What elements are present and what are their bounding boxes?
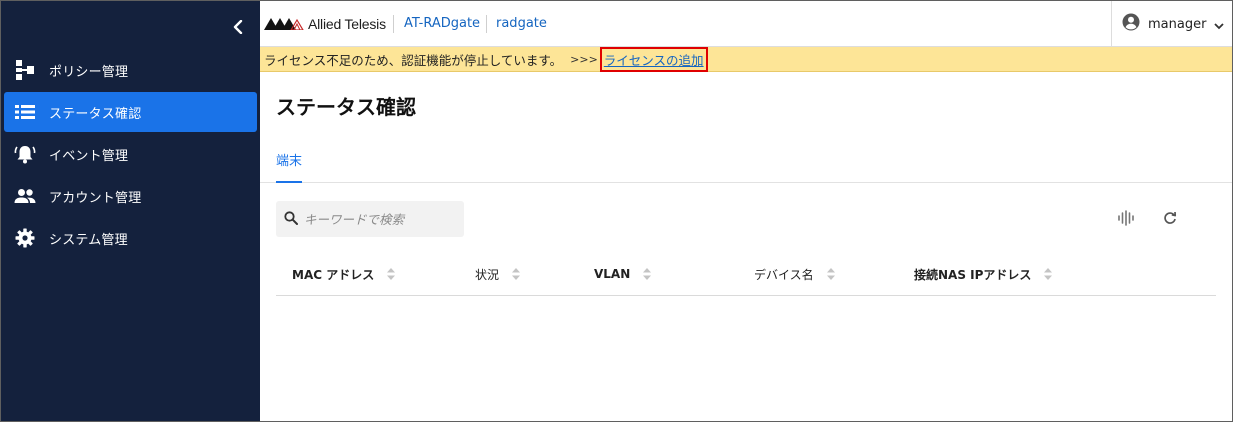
sidebar-item-label: イベント管理 bbox=[49, 148, 129, 164]
banner-message: ライセンス不足のため、認証機能が停止しています。 bbox=[264, 52, 563, 68]
add-license-link[interactable]: ライセンスの追加 bbox=[599, 46, 708, 72]
banner-arrows: >>> bbox=[570, 52, 598, 66]
sort-icon bbox=[511, 267, 521, 281]
column-header-mac[interactable]: MAC アドレス bbox=[292, 252, 396, 296]
column-label: デバイス名 bbox=[754, 267, 814, 282]
sort-icon bbox=[642, 267, 652, 281]
column-header-device-name[interactable]: デバイス名 bbox=[754, 252, 836, 296]
sidebar-item-label: ステータス確認 bbox=[49, 106, 142, 122]
sidebar-item-policy[interactable]: ポリシー管理 bbox=[4, 50, 257, 90]
gear-icon bbox=[14, 227, 36, 249]
column-header-vlan[interactable]: VLAN bbox=[594, 252, 652, 296]
sidebar-item-label: ポリシー管理 bbox=[49, 64, 129, 80]
sidebar-item-account[interactable]: アカウント管理 bbox=[4, 176, 257, 216]
sidebar-item-label: システム管理 bbox=[49, 232, 128, 248]
search-input[interactable] bbox=[304, 211, 454, 227]
column-header-status[interactable]: 状況 bbox=[475, 252, 521, 296]
breadcrumb-divider bbox=[393, 15, 394, 33]
user-menu[interactable]: manager bbox=[1111, 1, 1232, 47]
license-warning-banner: ライセンス不足のため、認証機能が停止しています。 >>> ライセンスの追加 bbox=[260, 46, 1232, 72]
sidebar-item-label: アカウント管理 bbox=[49, 190, 142, 206]
sidebar-item-event[interactable]: イベント管理 bbox=[4, 134, 257, 174]
breadcrumb-host[interactable]: radgate bbox=[496, 16, 547, 31]
refresh-button[interactable] bbox=[1157, 206, 1183, 230]
status-table-header: MAC アドレス 状況 VLAN デバイス名 接続NAS IPアドレス bbox=[276, 252, 1216, 296]
search-icon bbox=[284, 210, 298, 229]
chevron-left-icon[interactable] bbox=[227, 15, 249, 39]
policy-tree-icon bbox=[14, 59, 36, 81]
sort-icon bbox=[826, 267, 836, 281]
list-icon bbox=[14, 101, 36, 123]
bell-icon bbox=[14, 143, 36, 165]
sidebar-item-system[interactable]: システム管理 bbox=[4, 218, 257, 258]
chevron-down-icon bbox=[1214, 15, 1225, 34]
density-toggle-button[interactable] bbox=[1113, 206, 1139, 230]
top-bar: Allied Telesis AT-RADgate radgate manage… bbox=[260, 1, 1232, 47]
column-label: MAC アドレス bbox=[292, 267, 375, 282]
search-box bbox=[276, 201, 464, 237]
brand-mark-icon bbox=[264, 18, 304, 30]
waveform-icon bbox=[1118, 210, 1134, 226]
sort-icon bbox=[386, 267, 396, 281]
column-label: VLAN bbox=[594, 267, 631, 281]
column-label: 状況 bbox=[475, 267, 500, 282]
breadcrumb-divider bbox=[486, 15, 487, 33]
tab-bar: 端末 bbox=[260, 140, 1232, 183]
people-icon bbox=[14, 185, 36, 207]
user-name: manager bbox=[1148, 16, 1207, 32]
brand-name: Allied Telesis bbox=[308, 16, 386, 32]
page-title: ステータス確認 bbox=[276, 95, 416, 119]
refresh-icon bbox=[1164, 211, 1177, 224]
column-header-nas-ip[interactable]: 接続NAS IPアドレス bbox=[914, 252, 1053, 296]
sidebar-item-status[interactable]: ステータス確認 bbox=[4, 92, 257, 132]
breadcrumb-product[interactable]: AT-RADgate bbox=[404, 16, 480, 31]
tab-terminal[interactable]: 端末 bbox=[276, 140, 302, 183]
account-circle-icon bbox=[1122, 13, 1140, 35]
allied-telesis-logo: Allied Telesis bbox=[264, 15, 386, 33]
sidebar-nav: ポリシー管理 ステータス確認 イベント管理 アカウント管理 システム管理 bbox=[4, 50, 257, 260]
sort-icon bbox=[1043, 267, 1053, 281]
column-label: 接続NAS IPアドレス bbox=[914, 267, 1032, 282]
sidebar: ポリシー管理 ステータス確認 イベント管理 アカウント管理 システム管理 bbox=[1, 1, 260, 421]
